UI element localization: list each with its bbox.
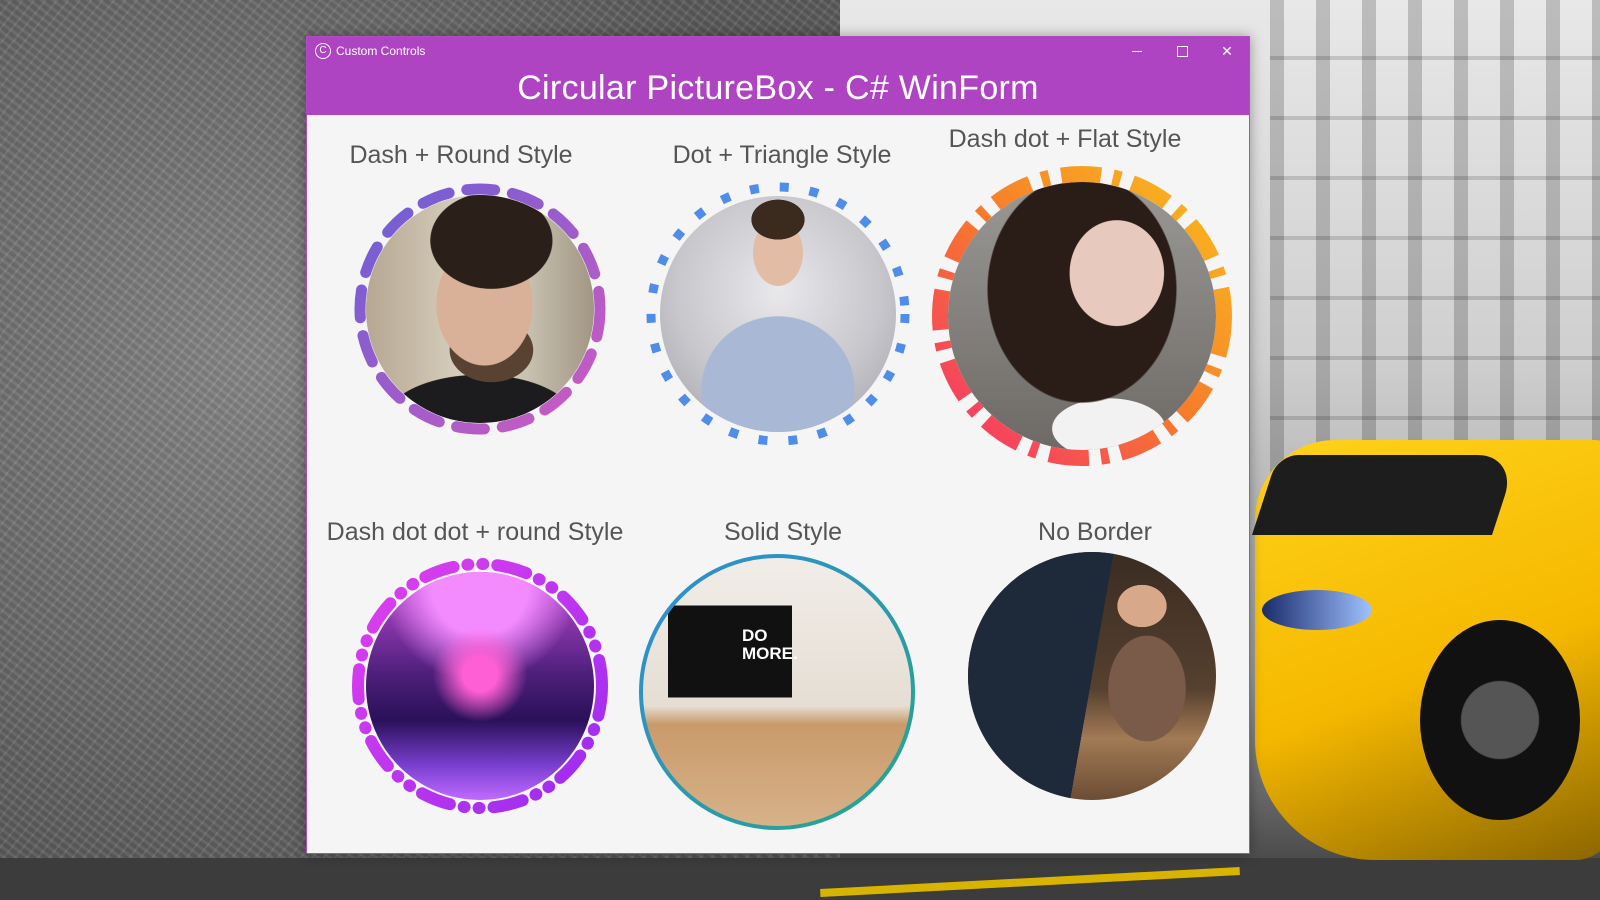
circular-picturebox-dot-triangle[interactable] [643,179,913,449]
maximize-button[interactable] [1160,37,1204,65]
wallpaper-car-window [1252,455,1518,535]
label-solid: Solid Style [723,518,843,546]
wallpaper-building-floors [1270,0,1600,480]
label-no-border: No Border [1038,518,1152,546]
circular-picturebox-no-border[interactable] [967,551,1217,801]
label-dashdotdot-round: Dash dot dot + round Style [326,518,624,546]
app-window: C Custom Controls ✕ Circular PictureBox … [306,36,1250,854]
photo-man-shirt [660,196,896,432]
wallpaper-road [0,858,1600,900]
photo-man-portrait [366,195,594,423]
minimize-button[interactable] [1115,37,1159,65]
maximize-icon [1176,45,1188,57]
wallpaper-car-wheel [1420,620,1580,820]
close-icon: ✕ [1221,42,1233,59]
label-dot-triangle: Dot + Triangle Style [672,141,892,169]
label-dashdot-flat: Dash dot + Flat Style [948,125,1182,153]
window-title: Custom Controls [336,44,426,58]
label-dash-round: Dash + Round Style [349,141,573,169]
circular-picturebox-dashdot-flat[interactable] [930,164,1234,468]
photo-programmer [968,552,1216,800]
photo-desk-setup: DO MORE. [642,557,912,827]
header-title: Circular PictureBox - C# WinForm [517,69,1039,107]
close-button[interactable]: ✕ [1205,37,1249,65]
copyright-app-icon: C [315,43,331,59]
circular-picturebox-dashdotdot-round[interactable] [350,556,610,816]
wallpaper-car-headlight [1262,590,1372,630]
minimize-icon [1132,50,1142,52]
photo-purple-landscape [366,572,594,800]
photo-woman-portrait [948,182,1216,450]
title-bar[interactable]: C Custom Controls ✕ Circular PictureBox … [307,37,1249,115]
circular-picturebox-solid[interactable]: DO MORE. [637,552,917,832]
desk-screen-text: DO MORE. [742,626,798,663]
circular-picturebox-dash-round[interactable] [350,179,610,439]
